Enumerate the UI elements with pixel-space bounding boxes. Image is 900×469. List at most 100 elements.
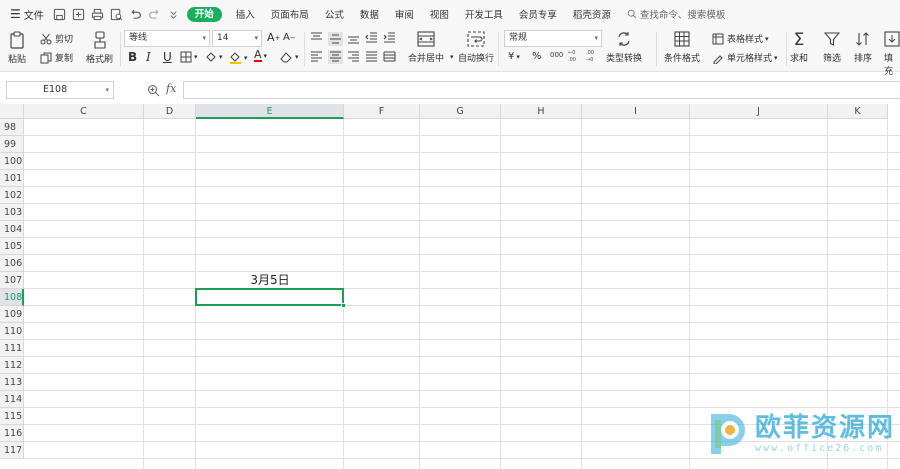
row-header-103[interactable]: 103 xyxy=(0,204,24,221)
font-color-button[interactable]: A ▾ xyxy=(254,49,267,62)
increase-decimal-icon[interactable]: ←0.00 xyxy=(568,49,581,62)
row-header-110[interactable]: 110 xyxy=(0,323,24,340)
decrease-indent-icon[interactable] xyxy=(365,32,378,44)
active-cell-E108[interactable] xyxy=(195,288,344,306)
number-format-select[interactable]: 常规 ▾ xyxy=(504,30,602,47)
align-left-icon[interactable] xyxy=(310,51,323,63)
row-header-114[interactable]: 114 xyxy=(0,391,24,408)
underline-button[interactable]: U xyxy=(163,50,172,64)
column-header-G[interactable]: G xyxy=(420,104,501,119)
borders-button[interactable]: ▾ xyxy=(180,51,198,63)
row-header-100[interactable]: 100 xyxy=(0,153,24,170)
cell-style-button[interactable]: 单元格样式 ▾ xyxy=(712,51,778,64)
row-header-107[interactable]: 107 xyxy=(0,272,24,289)
export-pdf-icon[interactable] xyxy=(72,8,85,21)
bold-button[interactable]: B xyxy=(128,50,137,64)
column-header-I[interactable]: I xyxy=(582,104,690,119)
percent-button[interactable]: % xyxy=(532,51,542,62)
row-header-106[interactable]: 106 xyxy=(0,255,24,272)
align-center-icon[interactable] xyxy=(328,50,343,64)
fill-color-button[interactable]: ▾ xyxy=(229,51,248,64)
format-painter-button[interactable]: 格式刷 xyxy=(86,31,113,65)
merge-center-button[interactable]: 合并居中 ▾ xyxy=(408,31,454,64)
sort-button[interactable]: 排序 xyxy=(854,31,872,64)
type-convert-button[interactable]: 类型转换 xyxy=(606,31,642,64)
fill-effects-button[interactable]: ▾ xyxy=(205,51,223,63)
distributed-align-icon[interactable] xyxy=(383,51,396,63)
print-icon[interactable] xyxy=(91,8,104,21)
filter-button[interactable]: 筛选 xyxy=(823,31,841,64)
file-menu[interactable]: ☰ 文件 xyxy=(0,0,50,28)
cut-button[interactable]: 剪切 xyxy=(40,32,73,45)
undo-icon[interactable] xyxy=(129,8,142,21)
cell-E107[interactable]: 3月5日 xyxy=(196,272,344,289)
row-header-116[interactable]: 116 xyxy=(0,425,24,442)
row-header-111[interactable]: 111 xyxy=(0,340,24,357)
tab-formulas[interactable]: 公式 xyxy=(317,0,352,28)
redo-icon[interactable] xyxy=(148,8,161,21)
font-name-select[interactable]: 等线 ▾ xyxy=(124,30,210,47)
tab-member[interactable]: 会员专享 xyxy=(511,0,565,28)
tab-home[interactable]: 开始 xyxy=(186,6,222,22)
decrease-decimal-icon[interactable]: .00 →0 xyxy=(586,49,599,62)
insert-function-button[interactable]: fx xyxy=(166,82,176,95)
print-preview-icon[interactable] xyxy=(110,8,123,21)
zoom-lookup-icon[interactable] xyxy=(147,84,160,100)
increase-indent-icon[interactable] xyxy=(383,32,396,44)
gridline-vertical xyxy=(419,119,420,469)
row-header-113[interactable]: 113 xyxy=(0,374,24,391)
increase-font-icon[interactable]: A + xyxy=(267,31,280,44)
align-middle-icon[interactable] xyxy=(328,32,343,46)
column-header-E[interactable]: E xyxy=(196,104,344,119)
column-header-D[interactable]: D xyxy=(144,104,196,119)
tab-insert[interactable]: 插入 xyxy=(228,0,263,28)
align-bottom-icon[interactable] xyxy=(347,32,360,44)
tab-data[interactable]: 数据 xyxy=(352,0,387,28)
column-header-F[interactable]: F xyxy=(344,104,420,119)
align-top-icon[interactable] xyxy=(310,32,323,44)
currency-button[interactable]: ¥ ▾ xyxy=(508,51,520,62)
row-header-112[interactable]: 112 xyxy=(0,357,24,374)
row-header-99[interactable]: 99 xyxy=(0,136,24,153)
row-header-109[interactable]: 109 xyxy=(0,306,24,323)
clipboard-icon xyxy=(10,31,24,49)
row-header-105[interactable]: 105 xyxy=(0,238,24,255)
tab-review[interactable]: 审阅 xyxy=(387,0,422,28)
font-size-select[interactable]: 14 ▾ xyxy=(212,30,262,47)
justify-icon[interactable] xyxy=(365,51,378,63)
paste-button[interactable]: 粘贴 xyxy=(8,31,26,65)
row-header-117[interactable]: 117 xyxy=(0,442,24,459)
column-header-H[interactable]: H xyxy=(501,104,582,119)
italic-button[interactable]: I xyxy=(146,50,151,64)
thousands-separator-button[interactable]: 000 xyxy=(550,51,563,59)
command-search[interactable]: 查找命令、搜索模板 xyxy=(627,7,725,21)
align-right-icon[interactable] xyxy=(347,51,360,63)
customize-toolbar-icon[interactable] xyxy=(167,8,180,21)
column-header-K[interactable]: K xyxy=(828,104,888,119)
row-header-115[interactable]: 115 xyxy=(0,408,24,425)
clear-format-button[interactable]: ▾ xyxy=(280,51,299,63)
row-header-104[interactable]: 104 xyxy=(0,221,24,238)
name-box[interactable]: E108 ▾ xyxy=(6,81,114,99)
wrap-text-button[interactable]: 自动换行 xyxy=(458,31,494,64)
conditional-format-button[interactable]: 条件格式 xyxy=(664,31,700,64)
tab-page-layout[interactable]: 页面布局 xyxy=(263,0,317,28)
table-style-button[interactable]: 表格样式 ▾ xyxy=(712,32,769,45)
row-header-101[interactable]: 101 xyxy=(0,170,24,187)
fill-handle[interactable] xyxy=(341,303,346,308)
row-header-98[interactable]: 98 xyxy=(0,119,24,136)
row-header-108[interactable]: 108 xyxy=(0,289,24,306)
decrease-font-icon[interactable]: A − xyxy=(283,32,296,43)
copy-button[interactable]: 复制 xyxy=(40,51,73,64)
column-header-J[interactable]: J xyxy=(690,104,828,119)
tab-view[interactable]: 视图 xyxy=(422,0,457,28)
fill-button[interactable]: 填充 xyxy=(884,31,900,77)
select-all-corner[interactable] xyxy=(0,104,24,119)
tab-developer[interactable]: 开发工具 xyxy=(457,0,511,28)
sum-button[interactable]: Σ 求和 xyxy=(790,31,808,64)
tab-docer-resources[interactable]: 稻壳资源 xyxy=(565,0,619,28)
formula-input[interactable] xyxy=(183,81,900,99)
row-header-102[interactable]: 102 xyxy=(0,187,24,204)
column-header-C[interactable]: C xyxy=(24,104,144,119)
save-icon[interactable] xyxy=(53,8,66,21)
